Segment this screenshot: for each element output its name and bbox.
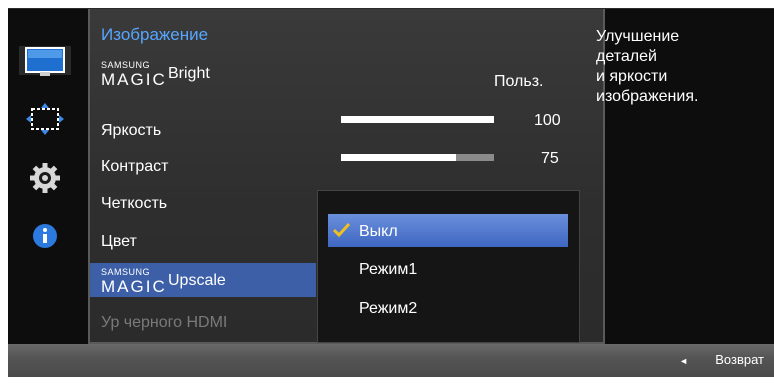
menu-item-brightness[interactable]: Яркость <box>90 113 316 149</box>
menu-item-hdmi-black-level: Ур черного HDMI <box>101 314 228 331</box>
option-off[interactable]: Выкл <box>328 214 568 247</box>
back-button[interactable]: Возврат <box>715 352 764 367</box>
left-arrow-icon: ◄ <box>679 356 688 366</box>
contrast-value: 75 <box>541 150 559 167</box>
brightness-value: 100 <box>534 112 561 129</box>
osd-window: Изображение SAMSUNG MAGIC Bright Польз. … <box>8 8 774 377</box>
checkmark-icon <box>332 222 351 238</box>
settings-gear-icon[interactable] <box>19 161 71 197</box>
picture-icon[interactable] <box>19 45 71 81</box>
info-icon[interactable] <box>19 219 71 255</box>
screen-size-icon[interactable] <box>19 103 71 139</box>
picture-menu: Изображение SAMSUNG MAGIC Bright Польз. … <box>88 9 605 344</box>
menu-item-sharpness[interactable]: Четкость <box>90 186 316 222</box>
menu-item-magic-upscale[interactable]: SAMSUNG MAGIC Upscale <box>90 263 316 297</box>
menu-item-magic-bright[interactable]: SAMSUNG MAGIC Bright <box>90 56 316 92</box>
help-description: Улучшение деталей и яркости изображения. <box>596 28 699 105</box>
brightness-bar <box>341 116 494 123</box>
menu-title: Изображение <box>101 25 209 44</box>
magic-bright-value: Польз. <box>494 73 544 90</box>
contrast-bar <box>341 154 494 161</box>
bottom-bar: ◄ Возврат <box>8 344 774 377</box>
menu-item-contrast[interactable]: Контраст <box>90 149 316 185</box>
upscale-dropdown[interactable]: Выкл Режим1 Режим2 <box>317 190 580 343</box>
option-mode1[interactable]: Режим1 <box>328 252 568 288</box>
category-icons <box>8 9 88 342</box>
menu-item-color[interactable]: Цвет <box>90 224 316 260</box>
option-mode2[interactable]: Режим2 <box>328 291 568 327</box>
